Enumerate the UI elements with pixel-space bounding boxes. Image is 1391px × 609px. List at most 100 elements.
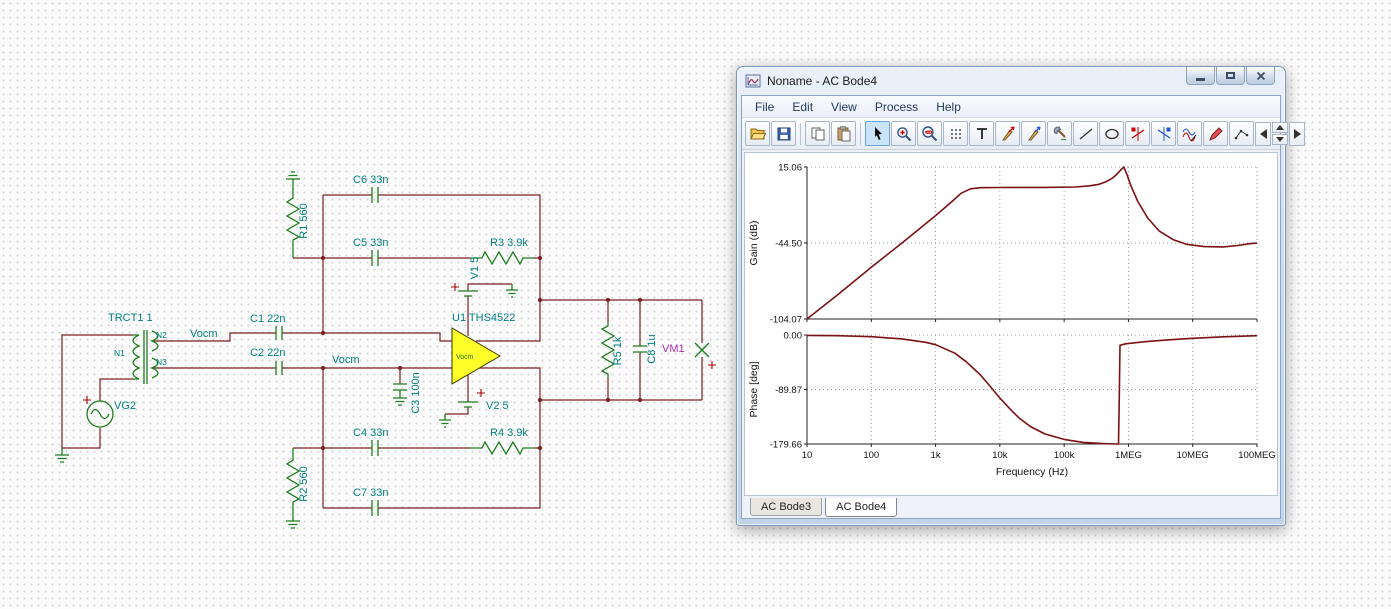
menubar: File Edit View Process Help [742,96,1280,118]
spinner [1272,122,1288,145]
close-button[interactable] [1246,67,1275,85]
marker-button[interactable] [1203,121,1228,146]
component-c6[interactable] [371,187,379,203]
zoom-in-button[interactable] [891,121,916,146]
component-vm1[interactable] [694,342,716,369]
line-tool-icon [1079,128,1092,139]
label-c5: C5 33n [353,237,388,249]
axe-icon [1053,125,1066,140]
label-c4: C4 33n [353,427,388,439]
text-button[interactable] [969,121,994,146]
chart-area[interactable]: 15.06 -44.50 -104.07 Gain (dB) 0.00 -89.87 -17… [744,152,1278,496]
spin-down-button[interactable] [1272,134,1288,145]
component-c1[interactable] [275,326,283,340]
zoom-in-icon [896,126,911,141]
text-tool-icon [976,127,987,139]
copy-icon [811,127,824,140]
open-button[interactable] [745,121,770,146]
label-r3: R3 3.9k [490,237,528,249]
bode-window: Noname - AC Bode4 File Edit View Process… [736,66,1305,526]
svg-text:100k: 100k [1054,450,1075,461]
label-u1: U1 THS4522 [452,312,515,324]
menu-edit[interactable]: Edit [783,98,822,116]
spin-up-button[interactable] [1272,122,1288,133]
label-vocm-top: Vocm [190,328,218,340]
component-v1[interactable] [451,283,478,297]
label-r1: R1 560 [298,203,310,238]
component-c8[interactable] [633,345,647,353]
toolbar-separator [860,122,861,145]
voltage-probe-icon [1001,125,1015,140]
svg-text:-104.07: -104.07 [770,315,802,326]
component-v2[interactable] [458,389,485,408]
zoom-100-button[interactable] [917,121,942,146]
zoom-100-icon [921,125,937,141]
up-arrow-icon [1276,125,1284,130]
component-vg2[interactable] [83,396,114,428]
right-arrow-icon [1293,128,1301,139]
svg-text:-44.50: -44.50 [775,238,802,249]
bode-plot[interactable]: 15.06 -44.50 -104.07 Gain (dB) 0.00 -89.87 -17… [745,153,1279,493]
component-opamp[interactable]: Vocm [451,327,501,385]
toolbar [742,118,1305,150]
cursor-a-button[interactable] [1125,121,1150,146]
menu-process[interactable]: Process [866,98,927,116]
grid-button[interactable] [943,121,968,146]
tab-bar: AC Bode3 AC Bode4 [742,498,1280,518]
export-curves-button[interactable] [1177,121,1202,146]
svg-text:-179.66: -179.66 [770,440,802,451]
label-transformer: TRCT1 1 [108,312,153,324]
label-c7: C7 33n [353,487,388,499]
component-c2[interactable] [275,361,283,375]
label-r2: R2 560 [298,466,310,501]
schematic-labels: TRCT1 1 N1 N2 N3 VG2 Vocm Vocm C1 22n C2… [108,174,685,502]
menu-file[interactable]: File [746,98,783,116]
toolbar-separator [800,122,801,145]
current-probe-button[interactable] [1021,121,1046,146]
maximize-button[interactable] [1216,67,1245,85]
desktop: { "schematic": { "labels": { "transforme… [0,0,1391,609]
component-transformer[interactable] [132,330,159,384]
polyline-button[interactable] [1229,121,1254,146]
label-c8: C8 1u [646,334,658,363]
component-c5[interactable] [371,250,379,266]
scroll-left-button[interactable] [1255,121,1271,146]
svg-text:Frequency (Hz): Frequency (Hz) [996,466,1068,478]
paste-button[interactable] [831,121,856,146]
scroll-right-button[interactable] [1289,121,1305,146]
voltage-probe-button[interactable] [995,121,1020,146]
save-button[interactable] [771,121,796,146]
separate-curves-button[interactable] [1047,121,1072,146]
marker-pen-icon [1208,126,1223,141]
minimize-button[interactable] [1186,67,1215,85]
line-button[interactable] [1073,121,1098,146]
cursor-b-icon [1157,126,1170,141]
tab-ac-bode4[interactable]: AC Bode4 [825,498,898,517]
label-n2: N2 [156,330,167,340]
menu-view[interactable]: View [822,98,866,116]
window-titlebar[interactable]: Noname - AC Bode4 [741,67,1281,95]
menu-help[interactable]: Help [927,98,970,116]
cursor-b-button[interactable] [1151,121,1176,146]
svg-text:Gain (dB): Gain (dB) [748,221,760,266]
tab-ac-bode3[interactable]: AC Bode3 [750,498,823,516]
component-c7[interactable] [371,500,379,516]
component-r4[interactable] [470,440,534,456]
label-c1: C1 22n [250,313,285,325]
svg-text:100: 100 [863,450,879,461]
ellipse-button[interactable] [1099,121,1124,146]
component-c3[interactable] [393,383,407,391]
svg-text:-89.87: -89.87 [775,385,802,396]
down-arrow-icon [1276,137,1284,142]
label-v1: V1 5 [469,257,481,280]
label-c2: C2 22n [250,347,285,359]
copy-button[interactable] [805,121,830,146]
cursor-a-icon [1131,126,1144,141]
select-button[interactable] [865,121,890,146]
svg-text:1k: 1k [931,450,941,461]
svg-text:15.06: 15.06 [778,163,802,174]
component-c4[interactable] [371,440,379,456]
label-vg2: VG2 [114,400,136,412]
window-title: Noname - AC Bode4 [767,74,878,88]
schematic-canvas[interactable]: Vocm TRCT1 1 N1 N2 N3 VG2 Vocm Vocm C1 2… [0,0,736,609]
